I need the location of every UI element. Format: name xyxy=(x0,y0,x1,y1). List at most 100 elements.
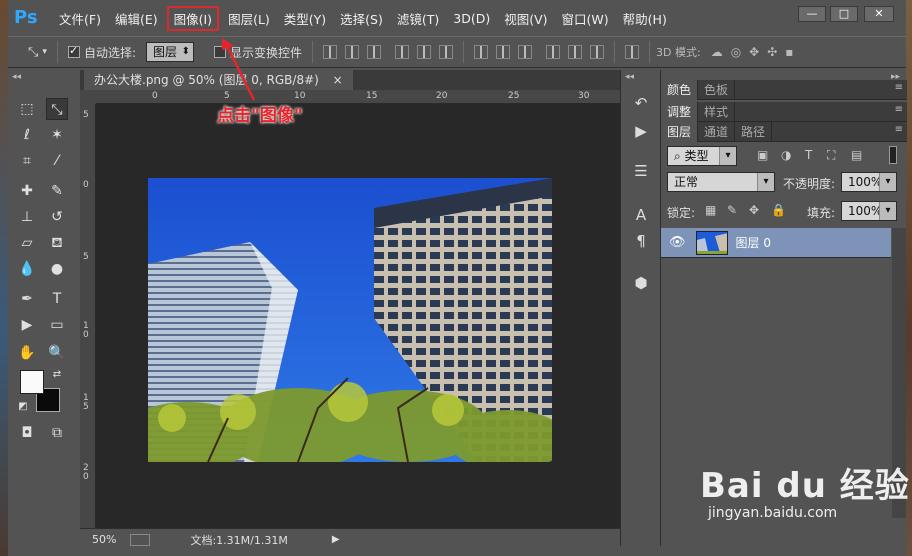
menu-type[interactable]: 类型(Y) xyxy=(277,6,333,31)
distribute-right-icon[interactable] xyxy=(590,45,605,59)
brush-tool-icon[interactable]: ✎ xyxy=(46,180,68,202)
minimize-button[interactable]: — xyxy=(798,6,826,22)
close-tab-icon[interactable]: × xyxy=(333,73,343,87)
opacity-input[interactable]: 100% xyxy=(841,172,897,192)
paragraph-panel-icon[interactable]: ¶ xyxy=(629,230,653,252)
tab-channels[interactable]: 通道 xyxy=(698,122,736,142)
drag-3d-icon[interactable]: ✥ xyxy=(749,45,759,59)
screen-mode-icon[interactable]: ⧉ xyxy=(46,422,68,444)
filter-toggle-switch[interactable] xyxy=(889,146,897,164)
menu-edit[interactable]: 编辑(E) xyxy=(108,6,165,31)
roll-3d-icon[interactable]: ◎ xyxy=(731,45,741,59)
vertical-ruler[interactable]: 5 0 5 1 0 1 5 2 0 xyxy=(80,104,96,528)
filter-smart-object-icon[interactable]: ▤ xyxy=(851,148,862,162)
move-tool-icon[interactable]: ⤡ xyxy=(46,98,68,120)
menu-3d[interactable]: 3D(D) xyxy=(446,8,497,29)
maximize-button[interactable]: □ xyxy=(830,6,858,22)
zoom-tool-icon[interactable]: 🔍 xyxy=(46,342,68,364)
align-top-icon[interactable] xyxy=(323,45,338,59)
tab-adjustments[interactable]: 调整 xyxy=(661,102,699,122)
filter-pixel-icon[interactable]: ▣ xyxy=(757,148,768,162)
collapse-icon[interactable]: ◂◂ xyxy=(625,72,634,82)
distribute-top-icon[interactable] xyxy=(474,45,489,59)
paint-bucket-tool-icon[interactable]: ⛾ xyxy=(46,232,68,254)
rectangle-tool-icon[interactable]: ▭ xyxy=(46,314,68,336)
tab-color[interactable]: 颜色 xyxy=(661,80,699,100)
zoom-level[interactable]: 50% xyxy=(92,533,116,546)
distribute-bottom-icon[interactable] xyxy=(518,45,533,59)
character-panel-icon[interactable]: A xyxy=(629,204,653,226)
ruler-origin[interactable] xyxy=(80,90,96,104)
move-tool-preset[interactable]: ⤡ ▾ xyxy=(24,42,51,62)
distribute-left-icon[interactable] xyxy=(546,45,561,59)
tab-paths[interactable]: 路径 xyxy=(735,122,773,142)
magic-wand-tool-icon[interactable]: ✶ xyxy=(46,124,68,146)
layer-name[interactable]: 图层 0 xyxy=(736,234,771,251)
type-tool-icon[interactable]: T xyxy=(46,288,68,310)
lock-position-icon[interactable]: ✥ xyxy=(749,203,759,217)
auto-select-toggle[interactable]: 自动选择: xyxy=(64,42,140,62)
distribute-hcenter-icon[interactable] xyxy=(568,45,583,59)
tab-swatches[interactable]: 色板 xyxy=(698,80,736,100)
horizontal-ruler[interactable]: 0 5 10 15 20 25 30 xyxy=(96,90,620,104)
fill-input[interactable]: 100% xyxy=(841,201,897,221)
clone-stamp-tool-icon[interactable]: ⊥ xyxy=(16,206,38,228)
pen-tool-icon[interactable]: ✒ xyxy=(16,288,38,310)
auto-select-checkbox[interactable] xyxy=(67,44,80,58)
slide-3d-icon[interactable]: ✣ xyxy=(767,45,777,59)
healing-brush-tool-icon[interactable]: ✚ xyxy=(16,180,38,202)
eyedropper-tool-icon[interactable]: ⁄ xyxy=(46,150,68,172)
lock-all-icon[interactable]: 🔒 xyxy=(771,203,786,217)
eraser-tool-icon[interactable]: ▱ xyxy=(16,232,38,254)
auto-select-target[interactable]: 图层 xyxy=(145,42,194,62)
menu-filter[interactable]: 滤镜(T) xyxy=(390,6,446,31)
auto-align-icon[interactable] xyxy=(625,45,640,59)
lasso-tool-icon[interactable]: ℓ xyxy=(16,124,38,146)
eye-icon[interactable]: 👁 xyxy=(669,235,686,250)
crop-tool-icon[interactable]: ⌗ xyxy=(16,150,38,172)
filter-type-icon[interactable]: T xyxy=(805,148,812,162)
menu-view[interactable]: 视图(V) xyxy=(497,6,554,31)
filter-shape-icon[interactable]: ⛶ xyxy=(827,148,835,163)
canvas-workspace[interactable] xyxy=(96,104,620,528)
blur-tool-icon[interactable]: 💧 xyxy=(16,258,38,280)
tab-styles[interactable]: 样式 xyxy=(698,102,736,122)
history-brush-tool-icon[interactable]: ↺ xyxy=(46,206,68,228)
foreground-color-swatch[interactable] xyxy=(20,370,44,394)
panel-menu-icon[interactable]: ≡ xyxy=(895,104,903,115)
panel-menu-icon[interactable]: ≡ xyxy=(895,82,903,93)
panel-menu-icon[interactable]: ≡ xyxy=(895,124,903,135)
close-button[interactable]: ✕ xyxy=(864,6,894,22)
layer-row[interactable]: 👁 图层 0 xyxy=(661,228,891,258)
actions-panel-icon[interactable]: ▶ xyxy=(629,120,653,142)
path-selection-tool-icon[interactable]: ▶ xyxy=(16,314,38,336)
align-hcenter-icon[interactable] xyxy=(417,45,432,59)
status-menu-arrow-icon[interactable]: ▶ xyxy=(332,534,340,545)
align-bottom-icon[interactable] xyxy=(367,45,382,59)
quick-mask-icon[interactable]: ◘ xyxy=(16,422,38,444)
menu-window[interactable]: 窗口(W) xyxy=(555,6,616,31)
blend-mode-select[interactable]: 正常 xyxy=(667,172,775,192)
status-info-icon[interactable] xyxy=(130,533,151,546)
layer-filter-kind[interactable]: ⌕ 类型 xyxy=(667,146,737,166)
default-colors-icon[interactable]: ◩ xyxy=(12,396,34,418)
rotate-3d-icon[interactable]: ☁ xyxy=(711,45,723,59)
align-vcenter-icon[interactable] xyxy=(345,45,360,59)
menu-image[interactable]: 图像(I) xyxy=(166,5,220,31)
align-right-icon[interactable] xyxy=(439,45,454,59)
3d-panel-icon[interactable]: ⬢ xyxy=(629,272,653,294)
align-left-icon[interactable] xyxy=(395,45,410,59)
hand-tool-icon[interactable]: ✋ xyxy=(16,342,38,364)
lock-image-icon[interactable]: ✎ xyxy=(727,203,737,217)
filter-adjustment-icon[interactable]: ◑ xyxy=(781,148,791,162)
menu-select[interactable]: 选择(S) xyxy=(333,6,390,31)
menu-file[interactable]: 文件(F) xyxy=(52,6,108,31)
collapse-icon[interactable]: ◂◂ xyxy=(12,72,21,82)
swap-colors-icon[interactable]: ⇄ xyxy=(46,364,68,386)
distribute-vcenter-icon[interactable] xyxy=(496,45,511,59)
history-panel-icon[interactable]: ↶ xyxy=(629,92,653,114)
properties-panel-icon[interactable]: ☰ xyxy=(629,160,653,182)
menu-layer[interactable]: 图层(L) xyxy=(221,6,277,31)
marquee-tool-icon[interactable]: ⬚ xyxy=(16,98,38,120)
document-image[interactable] xyxy=(148,178,552,462)
